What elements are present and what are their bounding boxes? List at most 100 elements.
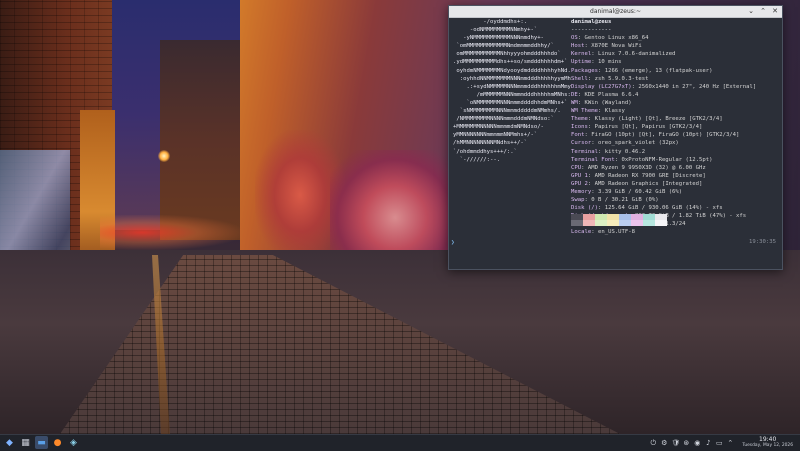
security-icon[interactable]: 🛡 [671,439,680,447]
info-value: X870E Nova WiFi [591,43,642,50]
logo-line: `/ohdmmddhys+++/:.` [453,148,517,155]
info-line: Font: FiraGO (10pt) [Qt], FiraGO (10pt) … [571,132,740,139]
info-key: Memory [571,188,592,195]
wallpaper-car-lights [100,215,240,250]
info-line: DE: KDE Plasma 6.6.4 [571,91,639,98]
info-line: Kernel: Linux 7.0.6-danimalized [571,51,676,58]
logo-line: `oNMMMMMMMNNNmmmddddhhdmMNhs+` [453,99,568,106]
digital-clock[interactable]: 19:40 Tuesday, May 12, 2026 [742,437,793,449]
info-value: zsh 5.9.0.3-test [594,75,649,82]
fastfetch-info: danimal@zeus ------------ OS: Gentoo Lin… [571,18,756,237]
info-value: 1266 (emerge), 13 (flatpak-user) [604,67,713,74]
user-host: danimal@zeus [571,19,612,25]
logo-line: /mMMMMMMNNNmmmdddhhhhhmMNhs: [453,91,571,98]
info-value: KDE Plasma 6.6.4 [584,91,639,98]
logo-line: oyhdmNMMMMMMMNdyooydmddddhhhhyhNd. [453,67,571,74]
tray-icons: ⏻ ⚙ 🛡 ⊛ ◉ ♪ ▭ ⌃ [649,439,734,447]
info-line: Packages: 1266 (emerge), 13 (flatpak-use… [571,67,713,74]
logo-line: -odNMMMMMMMMNNmhy+-` [453,27,538,34]
taskbar: ◆ ▦ ▬ ● ◈ ⏻ ⚙ 🛡 ⊛ ◉ ♪ ▭ ⌃ 19:40 Tuesday, May 12, 20… [0,434,800,451]
info-key: Host [571,43,585,50]
logo-line: -yNMMMMMMMMMMMNNNmmdhy+- [453,35,544,42]
info-value: AMD Radeon Graphics [Integrated] [594,180,703,187]
logo-line: +MMMMMMMNNNNNmmmmdmNMNdso/- [453,124,544,131]
logo-line: `-//////:--. [453,156,501,163]
color-swatch [571,220,583,226]
clock-date: Tuesday, May 12, 2026 [742,443,793,448]
minimize-button[interactable]: ⌄ [747,7,755,15]
info-value: kitty 0.46.2 [604,148,646,155]
terminal-window[interactable]: danimal@zeus:~ ⌄ ⌃ ✕ -/oyddmdhs+:. -odNM… [448,5,783,270]
color-swatch [607,220,619,226]
app-launcher-icon[interactable]: ◆ [3,436,16,449]
wallpaper-building [160,40,240,240]
info-key: Terminal [571,148,598,155]
color-swatch [595,220,607,226]
color-swatch [631,220,643,226]
info-line: Host: X870E Nova WiFi [571,43,642,50]
logo-line: yMMNNNNNNNmmmmmNNMmhs+/-` [453,132,538,139]
shell-prompt[interactable]: ❯ [451,239,455,246]
info-key: CPU [571,164,582,171]
info-value: 3.39 GiB / 60.42 GiB (6%) [597,188,683,195]
volume-icon[interactable]: ♪ [704,439,712,447]
close-button[interactable]: ✕ [771,7,779,15]
info-key: Uptime [571,59,592,66]
info-line: Terminal: kitty 0.46.2 [571,148,646,155]
pager-icon[interactable]: ▦ [19,436,32,449]
file-manager-icon[interactable]: ▬ [35,436,48,449]
info-line: WM Theme: Klassy [571,108,625,115]
expand-tray-icon[interactable]: ⌃ [726,439,734,447]
power-icon[interactable]: ⏻ [649,439,657,447]
info-line: Locale: en_US.UTF-8 [571,229,636,236]
info-key: Icons [571,124,588,131]
network-icon[interactable]: ⊛ [682,439,690,447]
info-key: WM Theme [571,108,598,115]
color-swatch [655,220,667,226]
info-value: 10 mins [597,59,622,66]
info-line: GPU 1: AMD Radeon RX 7900 GRE [Discrete] [571,172,706,179]
info-value: Gentoo Linux x86_64 [584,35,649,42]
bluetooth-icon[interactable]: ◉ [693,439,701,447]
info-key: Font [571,132,585,139]
logo-line: .:+sydNMMMMMNNNmmmdddhhhhhhmMmy [453,83,571,90]
info-value: AMD Radeon RX 7900 GRE [Discrete] [594,172,706,179]
info-line: OS: Gentoo Linux x86_64 [571,35,649,42]
info-key: Cursor [571,140,592,147]
prompt-time: 19:30:35 [749,239,776,245]
info-value: Linux 7.0.6-danimalized [597,51,676,58]
logo-line: `omMMMMMMMMMMMMNmdmmmmddhhy/` [453,43,555,50]
gentoo-ascii-logo: -/oyddmdhs+:. -odNMMMMMMMMNNmhy+-` -yNMM… [453,18,571,164]
info-key: GPU 1 [571,172,588,179]
maximize-button[interactable]: ⌃ [759,7,767,15]
info-line: Icons: Papirus [Qt], Papirus [GTK2/3/4] [571,124,703,131]
info-key: Theme [571,116,588,123]
info-value: KWin (Wayland) [584,99,632,106]
info-line: GPU 2: AMD Radeon Graphics [Integrated] [571,180,703,187]
logo-line: /hMMNNNNNNNNMNdhs++/-` [453,140,528,147]
color-palette [571,220,667,226]
info-key: Locale [571,229,592,236]
terminal-output[interactable]: -/oyddmdhs+:. -odNMMMMMMMMNNmhy+-` -yNMM… [449,17,782,269]
kitty-icon[interactable]: ◈ [67,436,80,449]
info-key: Disk (/) [571,205,598,212]
settings-icon[interactable]: ⚙ [660,439,668,447]
firefox-icon[interactable]: ● [51,436,64,449]
info-value: 0xProtoNFM-Regular (12.5pt) [621,156,713,163]
info-value: 2560x1440 in 27", 240 Hz [External] [638,83,757,90]
info-key: DE [571,91,578,98]
info-line: CPU: AMD Ryzen 9 9950X3D (32) @ 6.00 GHz [571,164,706,171]
info-key: GPU 2 [571,180,588,187]
display-icon[interactable]: ▭ [715,439,723,447]
info-value: AMD Ryzen 9 9950X3D (32) @ 6.00 GHz [587,164,706,171]
color-swatch [583,220,595,226]
info-line: Swap: 0 B / 30.21 GiB (0%) [571,197,659,204]
info-line: Cursor: oreo_spark_violet (32px) [571,140,679,147]
info-line: Shell: zsh 5.9.0.3-test [571,75,649,82]
color-swatch [619,220,631,226]
logo-line: /NMMMMMMMMNNNNmmmdddmNMNdso:` [453,116,555,123]
info-line: Disk (/): 125.64 GiB / 930.06 GiB (14%) … [571,205,723,212]
wallpaper-street-lamp [158,150,170,162]
logo-line: omMMMMMMMMMMMNhhyyyohmdddhhhdo` [453,51,561,58]
separator: ------------ [571,27,612,34]
